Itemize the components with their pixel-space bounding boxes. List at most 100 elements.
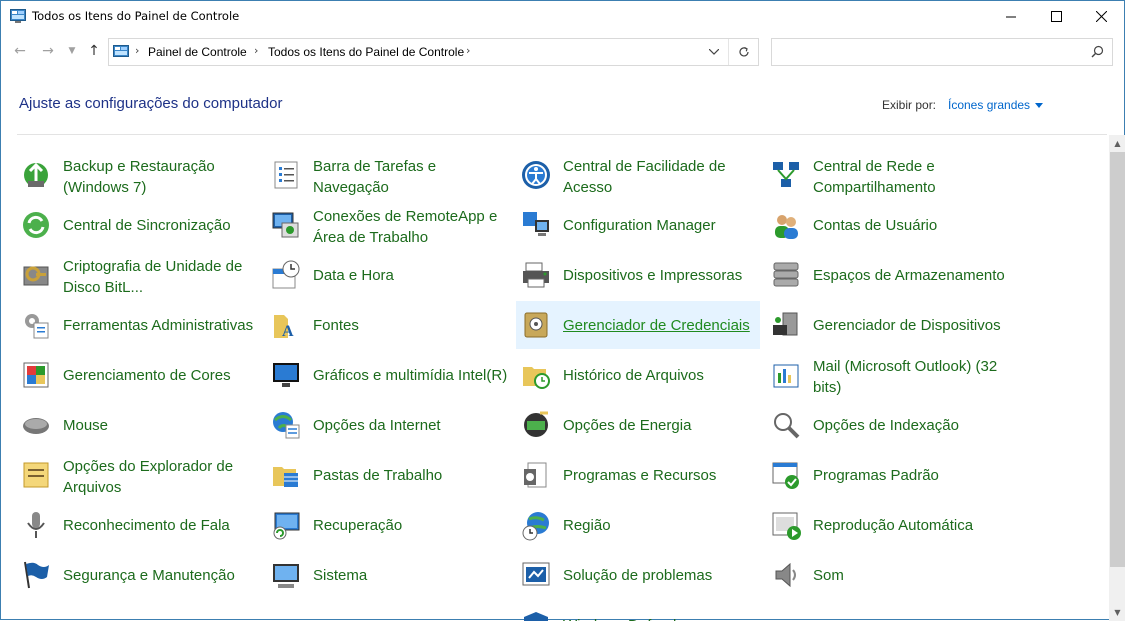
control-panel-item[interactable]: Opções da Internet	[266, 401, 510, 449]
control-panel-item-label[interactable]: Data e Hora	[313, 265, 508, 286]
vertical-scrollbar[interactable]: ▲ ▼	[1109, 135, 1125, 621]
control-panel-item-label[interactable]: Pastas de Trabalho	[313, 465, 508, 486]
close-button[interactable]	[1078, 1, 1124, 32]
control-panel-item[interactable]: Espaços de Armazenamento	[766, 251, 1010, 299]
view-by-dropdown[interactable]: Ícones grandes	[948, 98, 1044, 112]
control-panel-item-label[interactable]: Gráficos e multimídia Intel(R)	[313, 365, 508, 386]
control-panel-item-label[interactable]: Windows Defender	[563, 615, 758, 621]
control-panel-item[interactable]: Ferramentas Administrativas	[16, 301, 260, 349]
minimize-button[interactable]	[988, 1, 1034, 32]
control-panel-item[interactable]: Gerenciador de Dispositivos	[766, 301, 1010, 349]
control-panel-item[interactable]: Dispositivos e Impressoras	[516, 251, 760, 299]
close-icon	[1095, 11, 1107, 22]
control-panel-item[interactable]: Central de Sincronização	[16, 201, 260, 249]
control-panel-item[interactable]: Programas e Recursos	[516, 451, 760, 499]
control-panel-item-label[interactable]: Opções de Indexação	[813, 415, 1008, 436]
control-panel-item-label[interactable]: Opções do Explorador de Arquivos	[63, 456, 258, 498]
control-panel-item-label[interactable]: Central de Sincronização	[63, 215, 258, 236]
control-panel-item-label[interactable]: Reconhecimento de Fala	[63, 515, 258, 536]
back-button[interactable]: ←	[11, 41, 29, 61]
control-panel-item-label[interactable]: Opções de Energia	[563, 415, 758, 436]
control-panel-item[interactable]: Reprodução Automática	[766, 501, 1010, 549]
control-panel-item-label[interactable]: Dispositivos e Impressoras	[563, 265, 758, 286]
scroll-down-button[interactable]: ▼	[1109, 604, 1125, 621]
address-bar[interactable]: › Painel de Controle › Todos os Itens do…	[108, 38, 759, 66]
control-panel-item[interactable]: Opções de Energia	[516, 401, 760, 449]
control-panel-item-label[interactable]: Ferramentas Administrativas	[63, 315, 258, 336]
breadcrumb-painel[interactable]: Painel de Controle	[148, 45, 247, 59]
control-panel-item[interactable]: Configuration Manager	[516, 201, 760, 249]
forward-button[interactable]: →	[39, 41, 57, 61]
credential-icon	[524, 312, 548, 338]
breadcrumb-separator-icon[interactable]: ›	[135, 44, 139, 57]
control-panel-item[interactable]: Gerenciador de Credenciais	[516, 301, 760, 349]
control-panel-item-label[interactable]: Programas e Recursos	[563, 465, 758, 486]
control-panel-item[interactable]: Recuperação	[266, 501, 510, 549]
control-panel-item[interactable]: Contas de Usuário	[766, 201, 1010, 249]
control-panel-item[interactable]: Backup e Restauração (Windows 7)	[16, 151, 260, 199]
control-panel-item[interactable]: Histórico de Arquivos	[516, 351, 760, 399]
control-panel-item-label[interactable]: Opções da Internet	[313, 415, 508, 436]
control-panel-item[interactable]: Gráficos e multimídia Intel(R)	[266, 351, 510, 399]
control-panel-item[interactable]: Gerenciamento de Cores	[16, 351, 260, 399]
control-panel-item-label[interactable]: Criptografia de Unidade de Disco BitL...	[63, 256, 258, 298]
control-panel-item-label[interactable]: Som	[813, 565, 1008, 586]
control-panel-item-label[interactable]: Contas de Usuário	[813, 215, 1008, 236]
search-input[interactable]	[771, 38, 1113, 66]
control-panel-item-label[interactable]: Fontes	[313, 315, 508, 336]
control-panel-item[interactable]: Opções de Indexação	[766, 401, 1010, 449]
control-panel-item-label[interactable]: Programas Padrão	[813, 465, 1008, 486]
control-panel-item-label[interactable]: Gerenciador de Dispositivos	[813, 315, 1008, 336]
control-panel-item[interactable]: Barra de Tarefas e Navegação	[266, 151, 510, 199]
control-panel-item-label[interactable]: Central de Rede e Compartilhamento	[813, 156, 1008, 198]
refresh-button[interactable]	[730, 39, 758, 65]
up-button[interactable]: ↑	[85, 41, 103, 61]
control-panel-item-label[interactable]: Mail (Microsoft Outlook) (32 bits)	[813, 356, 1008, 398]
control-panel-item[interactable]: Região	[516, 501, 760, 549]
control-panel-item-label[interactable]: Gerenciador de Credenciais	[563, 315, 758, 336]
control-panel-item[interactable]: Conexões de RemoteApp e Área de Trabalho	[266, 201, 510, 249]
recent-locations-button[interactable]: ▼	[63, 41, 81, 61]
control-panel-item[interactable]: Sistema	[266, 551, 510, 599]
title-bar[interactable]: Todos os Itens do Painel de Controle	[1, 1, 1124, 32]
control-panel-item-label[interactable]: Barra de Tarefas e Navegação	[313, 156, 508, 198]
control-panel-item[interactable]: Programas Padrão	[766, 451, 1010, 499]
control-panel-item[interactable]: Mail (Microsoft Outlook) (32 bits)	[766, 351, 1010, 399]
control-panel-item-label[interactable]: Gerenciamento de Cores	[63, 365, 258, 386]
control-panel-item[interactable]: Pastas de Trabalho	[266, 451, 510, 499]
control-panel-item-label[interactable]: Segurança e Manutenção	[63, 565, 258, 586]
control-panel-item[interactable]: Som	[766, 551, 1010, 599]
control-panel-item-label[interactable]: Configuration Manager	[563, 215, 758, 236]
control-panel-item[interactable]: Criptografia de Unidade de Disco BitL...	[16, 251, 260, 299]
control-panel-item[interactable]: Central de Facilidade de Acesso	[516, 151, 760, 199]
microphone-icon	[27, 512, 45, 538]
control-panel-item[interactable]: Opções do Explorador de Arquivos	[16, 451, 260, 499]
control-panel-item-label[interactable]: Solução de problemas	[563, 565, 758, 586]
control-panel-item-label[interactable]: Central de Facilidade de Acesso	[563, 156, 758, 198]
control-panel-item[interactable]: Segurança e Manutenção	[16, 551, 260, 599]
control-panel-item[interactable]: Central de Rede e Compartilhamento	[766, 151, 1010, 199]
control-panel-item-label[interactable]: Reprodução Automática	[813, 515, 1008, 536]
maximize-button[interactable]	[1033, 1, 1079, 32]
address-history-button[interactable]	[699, 39, 729, 65]
control-panel-item-label[interactable]: Conexões de RemoteApp e Área de Trabalho	[313, 206, 508, 248]
scrollbar-thumb[interactable]	[1110, 152, 1125, 567]
control-panel-item[interactable]: A Fontes	[266, 301, 510, 349]
control-panel-item[interactable]: Mouse	[16, 401, 260, 449]
control-panel-item-label[interactable]: Backup e Restauração (Windows 7)	[63, 156, 258, 198]
breadcrumb-separator-icon[interactable]: ›	[254, 44, 258, 57]
control-panel-item[interactable]: Windows Defender	[516, 601, 760, 621]
control-panel-item-label[interactable]: Espaços de Armazenamento	[813, 265, 1008, 286]
control-panel-item-label[interactable]: Recuperação	[313, 515, 508, 536]
control-panel-item[interactable]: Reconhecimento de Fala	[16, 501, 260, 549]
control-panel-item-label[interactable]: Sistema	[313, 565, 508, 586]
scroll-up-button[interactable]: ▲	[1109, 135, 1125, 152]
view-by-value[interactable]: Ícones grandes	[948, 98, 1030, 112]
breadcrumb-separator-icon[interactable]: ›	[466, 44, 470, 57]
control-panel-item[interactable]: Solução de problemas	[516, 551, 760, 599]
control-panel-item[interactable]: Data e Hora	[266, 251, 510, 299]
control-panel-item-label[interactable]: Região	[563, 515, 758, 536]
control-panel-item-label[interactable]: Histórico de Arquivos	[563, 365, 758, 386]
control-panel-item-label[interactable]: Mouse	[63, 415, 258, 436]
breadcrumb-todos-itens[interactable]: Todos os Itens do Painel de Controle	[268, 45, 464, 59]
